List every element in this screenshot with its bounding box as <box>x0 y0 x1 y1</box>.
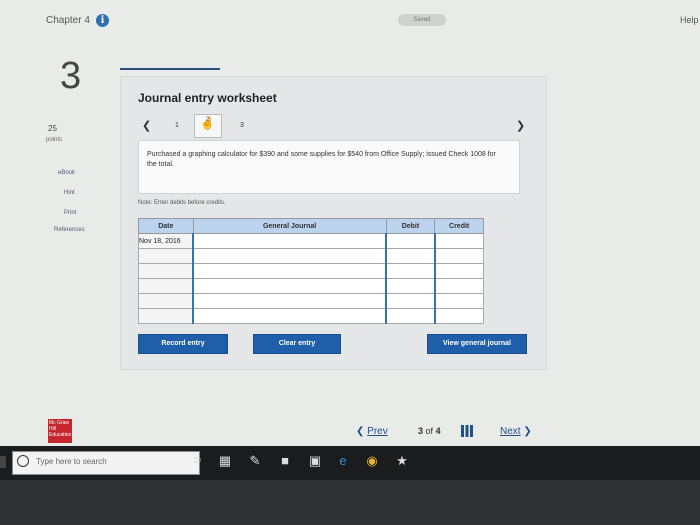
debit-cell[interactable] <box>385 263 436 279</box>
mcgraw-hill-logo: Mc Graw Hill Education <box>48 419 72 443</box>
worksheet-title: Journal entry worksheet <box>138 91 277 105</box>
desk-background <box>0 480 700 525</box>
info-icon[interactable]: i <box>96 14 109 27</box>
date-cell[interactable] <box>138 293 194 309</box>
references-link[interactable]: References <box>54 227 85 233</box>
debit-cell[interactable] <box>385 308 436 324</box>
debit-cell[interactable] <box>385 293 436 309</box>
credit-cell[interactable] <box>433 233 484 249</box>
debit-cell[interactable] <box>385 248 436 264</box>
account-cell[interactable] <box>192 278 387 294</box>
credit-cell[interactable] <box>433 248 484 264</box>
table-row <box>138 263 484 279</box>
page-counter: 3 of 4 <box>418 426 441 436</box>
credit-cell[interactable] <box>433 293 484 309</box>
debit-cell[interactable] <box>385 233 436 249</box>
paint-icon[interactable]: ✎ <box>245 452 265 470</box>
cortana-icon[interactable] <box>17 455 29 467</box>
question-number: 3 <box>60 55 82 97</box>
debit-cell[interactable] <box>385 278 436 294</box>
chapter-title: Chapter 4 <box>46 15 90 26</box>
start-icon[interactable] <box>0 456 6 468</box>
credit-cell[interactable] <box>433 263 484 279</box>
mic-icon[interactable]: ⎋ <box>194 455 201 466</box>
chevron-right-icon[interactable]: ❯ <box>516 119 525 132</box>
chrome-icon[interactable]: ◉ <box>362 452 382 470</box>
account-cell[interactable] <box>192 308 387 324</box>
table-row <box>138 278 484 294</box>
file-explorer-icon[interactable]: ■ <box>275 452 295 470</box>
transaction-description: Purchased a graphing calculator for $390… <box>147 151 496 168</box>
store-icon[interactable]: ▣ <box>305 452 325 470</box>
chevron-left-icon[interactable]: ❮ <box>142 119 151 132</box>
task-view-icon[interactable]: ▦ <box>215 452 235 470</box>
grid-icon[interactable] <box>461 425 473 437</box>
ebook-link[interactable]: eBook <box>58 170 75 176</box>
edge-icon[interactable]: e <box>333 452 353 470</box>
account-cell[interactable] <box>192 293 387 309</box>
current-page: 3 <box>418 426 424 436</box>
divider <box>120 68 220 70</box>
points-label: points <box>46 137 63 143</box>
date-cell[interactable] <box>138 278 194 294</box>
date-cell[interactable]: Nov 18, 2016 <box>138 233 194 249</box>
tab-1[interactable]: 1 <box>175 122 179 129</box>
col-general-journal: General Journal <box>192 218 387 234</box>
prev-label: Prev <box>367 426 388 437</box>
of-label: of <box>425 426 434 436</box>
clear-entry-button[interactable]: Clear entry <box>253 334 341 354</box>
credit-cell[interactable] <box>433 308 484 324</box>
account-cell[interactable] <box>192 248 387 264</box>
tab-2-label: 2 <box>206 117 210 123</box>
help-link[interactable]: Help <box>680 15 699 25</box>
next-button[interactable]: Next ❯ <box>500 426 532 437</box>
col-credit: Credit <box>434 218 484 234</box>
app-icon[interactable]: ★ <box>392 452 412 470</box>
date-cell[interactable] <box>138 308 194 324</box>
next-label: Next <box>500 426 521 437</box>
saved-status: Saved <box>398 14 446 26</box>
journal-table: Date General Journal Debit Credit Nov 18… <box>138 218 484 324</box>
account-cell[interactable] <box>192 233 387 249</box>
points-value: 25 <box>48 124 57 133</box>
credit-cell[interactable] <box>433 278 484 294</box>
col-date: Date <box>138 218 194 234</box>
date-cell[interactable] <box>138 263 194 279</box>
tab-3[interactable]: 3 <box>240 122 244 129</box>
prev-button[interactable]: ❮ Prev <box>356 426 388 437</box>
table-row <box>138 308 484 324</box>
search-placeholder: Type here to search <box>36 457 107 466</box>
view-general-journal-button[interactable]: View general journal <box>427 334 527 354</box>
account-cell[interactable] <box>192 263 387 279</box>
note-text: Note: Enter debits before credits. <box>138 200 226 206</box>
record-entry-button[interactable]: Record entry <box>138 334 228 354</box>
date-cell[interactable] <box>138 248 194 264</box>
table-row <box>138 293 484 309</box>
hint-link[interactable]: Hint <box>64 190 75 196</box>
table-row: Nov 18, 2016 <box>138 233 484 249</box>
total-pages: 4 <box>435 426 441 436</box>
col-debit: Debit <box>385 218 436 234</box>
table-row <box>138 248 484 264</box>
print-link[interactable]: Print <box>64 210 76 216</box>
